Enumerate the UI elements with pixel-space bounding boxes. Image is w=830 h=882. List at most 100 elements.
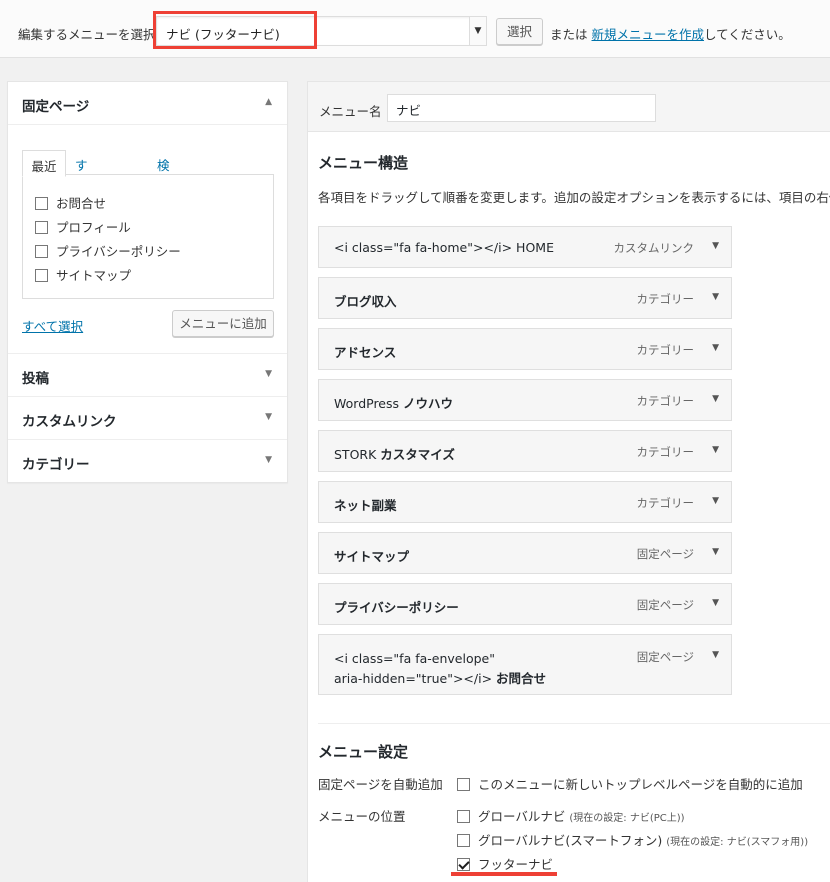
location-note: (現在の設定: ナビ(PC上)) xyxy=(569,813,685,824)
checkbox-icon[interactable] xyxy=(35,197,48,210)
pages-section-title: 固定ページ xyxy=(22,99,90,115)
menu-item-title-text: STORK xyxy=(334,447,381,462)
menu-name-input[interactable]: ナビ xyxy=(387,94,656,122)
auto-add-text: このメニューに新しいトップレベルページを自動的に追加 xyxy=(478,777,803,792)
location-footer-nav[interactable]: フッターナビ xyxy=(457,854,553,873)
page-label: プライバシーポリシー xyxy=(56,244,181,259)
suffix-text: してください。 xyxy=(704,27,791,42)
menu-location-label: メニューの位置 xyxy=(318,809,406,824)
checkbox-icon[interactable] xyxy=(35,221,48,234)
list-item[interactable]: プロフィール xyxy=(35,217,131,235)
tab-recent[interactable]: 最近 xyxy=(22,150,66,177)
menu-name-label: メニュー名 xyxy=(319,104,382,119)
triangle-down-icon[interactable]: ▼ xyxy=(712,445,719,455)
divider xyxy=(318,723,830,724)
menu-item-title: アドセンス xyxy=(334,342,396,361)
menu-item[interactable]: ブログ収入 カテゴリー ▼ xyxy=(318,277,732,319)
menu-structure-heading: メニュー構造 xyxy=(318,154,409,172)
checkbox-icon[interactable] xyxy=(457,810,470,823)
pages-section-body: 最近 すべて表示 検索 お問合せ プロフィール プライバシーポリシー サイトマッ… xyxy=(8,125,287,354)
triangle-down-icon[interactable]: ▼ xyxy=(712,547,719,557)
pages-section-header[interactable]: 固定ページ ▲ xyxy=(8,82,287,125)
add-to-menu-button[interactable]: メニューに追加 xyxy=(172,310,274,337)
triangle-down-icon[interactable]: ▼ xyxy=(265,455,272,465)
checkbox-checked-icon[interactable] xyxy=(457,858,470,871)
menu-item[interactable]: WordPress ノウハウ カテゴリー ▼ xyxy=(318,379,732,421)
triangle-down-icon[interactable]: ▼ xyxy=(712,650,719,660)
menu-item-type: 固定ページ xyxy=(636,598,694,612)
menu-item-title-bold: ノウハウ xyxy=(403,396,454,411)
menu-item-title-bold: お問合せ xyxy=(496,671,547,686)
triangle-down-icon[interactable]: ▼ xyxy=(712,394,719,404)
checkbox-icon[interactable] xyxy=(35,269,48,282)
menu-item-title: ネット副業 xyxy=(334,495,397,514)
triangle-down-icon[interactable]: ▼ xyxy=(712,292,719,302)
menu-item-title: <i class="fa fa-home"></i> HOME xyxy=(334,240,554,255)
triangle-down-icon[interactable]: ▼ xyxy=(712,598,719,608)
menu-item-title: ブログ収入 xyxy=(334,291,397,310)
list-item[interactable]: お問合せ xyxy=(35,193,106,211)
location-name: グローバルナビ(スマートフォン) xyxy=(478,833,663,848)
menu-item-title: <i class="fa fa-envelope" aria-hidden="tr… xyxy=(334,649,564,689)
menu-item[interactable]: サイトマップ 固定ページ ▼ xyxy=(318,532,732,574)
location-global-nav[interactable]: グローバルナビ (現在の設定: ナビ(PC上)) xyxy=(457,806,685,825)
location-name: フッターナビ xyxy=(478,857,554,872)
list-item[interactable]: サイトマップ xyxy=(35,265,131,283)
menu-item-title: WordPress ノウハウ xyxy=(334,393,453,412)
menu-select-label: 編集するメニューを選択: xyxy=(18,27,160,42)
menu-item[interactable]: <i class="fa fa-envelope" aria-hidden="tr… xyxy=(318,634,732,695)
menu-item-title-line2: aria-hidden="true"></i> xyxy=(334,671,497,686)
triangle-up-icon[interactable]: ▲ xyxy=(265,97,272,107)
auto-add-label: 固定ページを自動追加 xyxy=(318,777,443,792)
menu-item[interactable]: アドセンス カテゴリー ▼ xyxy=(318,328,732,370)
menu-item-type: カテゴリー xyxy=(636,343,695,357)
triangle-down-icon[interactable]: ▼ xyxy=(712,241,719,251)
checkbox-icon[interactable] xyxy=(457,778,470,791)
checkbox-icon[interactable] xyxy=(35,245,48,258)
menu-select-dropdown[interactable]: ナビ (フッターナビ) ▼ xyxy=(156,16,487,46)
menu-item-title-bold: ブログ収入 xyxy=(334,294,397,309)
menu-item-title-line1: <i class="fa fa-envelope" xyxy=(334,651,495,666)
menu-item-title: サイトマップ xyxy=(334,546,409,565)
triangle-down-icon[interactable]: ▼ xyxy=(265,369,272,379)
menu-item-title: プライバシーポリシー xyxy=(334,597,459,616)
menu-edit-panel: メニュー名 ナビ メニュー構造 各項目をドラッグして順番を変更します。追加の設定… xyxy=(307,81,830,882)
create-menu-link[interactable]: 新規メニューを作成 xyxy=(592,27,705,42)
menu-structure-description: 各項目をドラッグして順番を変更します。追加の設定オプションを表示するには、項目の… xyxy=(318,190,830,205)
menu-item[interactable]: <i class="fa fa-home"></i> HOME カスタムリンク … xyxy=(318,226,732,268)
custom-links-section-header[interactable]: カスタムリンク ▼ xyxy=(8,397,287,440)
triangle-down-icon[interactable]: ▼ xyxy=(712,343,719,353)
menu-item-title-bold: サイトマップ xyxy=(334,549,410,564)
select-all-link[interactable]: すべて選択 xyxy=(22,316,83,335)
checkbox-icon[interactable] xyxy=(457,834,470,847)
posts-section-title: 投稿 xyxy=(22,371,49,387)
menu-select-value: ナビ (フッターナビ) xyxy=(166,27,280,42)
menu-settings-heading: メニュー設定 xyxy=(318,743,409,761)
menu-item[interactable]: ネット副業 カテゴリー ▼ xyxy=(318,481,732,523)
categories-section-header[interactable]: カテゴリー ▼ xyxy=(8,440,287,483)
chevron-down-icon[interactable]: ▼ xyxy=(469,17,486,45)
tab-view-all[interactable]: すべて表示 xyxy=(75,150,88,249)
menu-item-title-text: <i class="fa fa-home"></i> HOME xyxy=(334,240,554,255)
posts-section-header[interactable]: 投稿 ▼ xyxy=(8,354,287,397)
tab-search[interactable]: 検索 xyxy=(157,150,170,192)
auto-add-option[interactable]: このメニューに新しいトップレベルページを自動的に追加 xyxy=(457,774,803,793)
list-item[interactable]: プライバシーポリシー xyxy=(35,241,181,259)
triangle-down-icon[interactable]: ▼ xyxy=(712,496,719,506)
menu-item-type: 固定ページ xyxy=(636,650,694,664)
menu-item-title-text: WordPress xyxy=(334,396,404,411)
menu-item[interactable]: STORK カスタマイズ カテゴリー ▼ xyxy=(318,430,732,472)
menu-item-type: カテゴリー xyxy=(636,445,695,459)
triangle-down-icon[interactable]: ▼ xyxy=(265,412,272,422)
menu-item-type: カテゴリー xyxy=(636,292,695,306)
select-button[interactable]: 選択 xyxy=(496,18,543,45)
menu-item-title-bold: ネット副業 xyxy=(334,498,397,513)
highlight-underline xyxy=(451,872,557,876)
create-menu-text: または 新規メニューを作成してください。 xyxy=(550,24,791,43)
location-global-nav-smartphone[interactable]: グローバルナビ(スマートフォン) (現在の設定: ナビ(スマフォ用)) xyxy=(457,830,808,849)
or-text: または xyxy=(550,27,588,42)
menu-item-type: カテゴリー xyxy=(636,496,695,510)
menu-item-title-bold: カスタマイズ xyxy=(380,447,455,462)
menu-item-type: 固定ページ xyxy=(636,547,694,561)
menu-item[interactable]: プライバシーポリシー 固定ページ ▼ xyxy=(318,583,732,625)
